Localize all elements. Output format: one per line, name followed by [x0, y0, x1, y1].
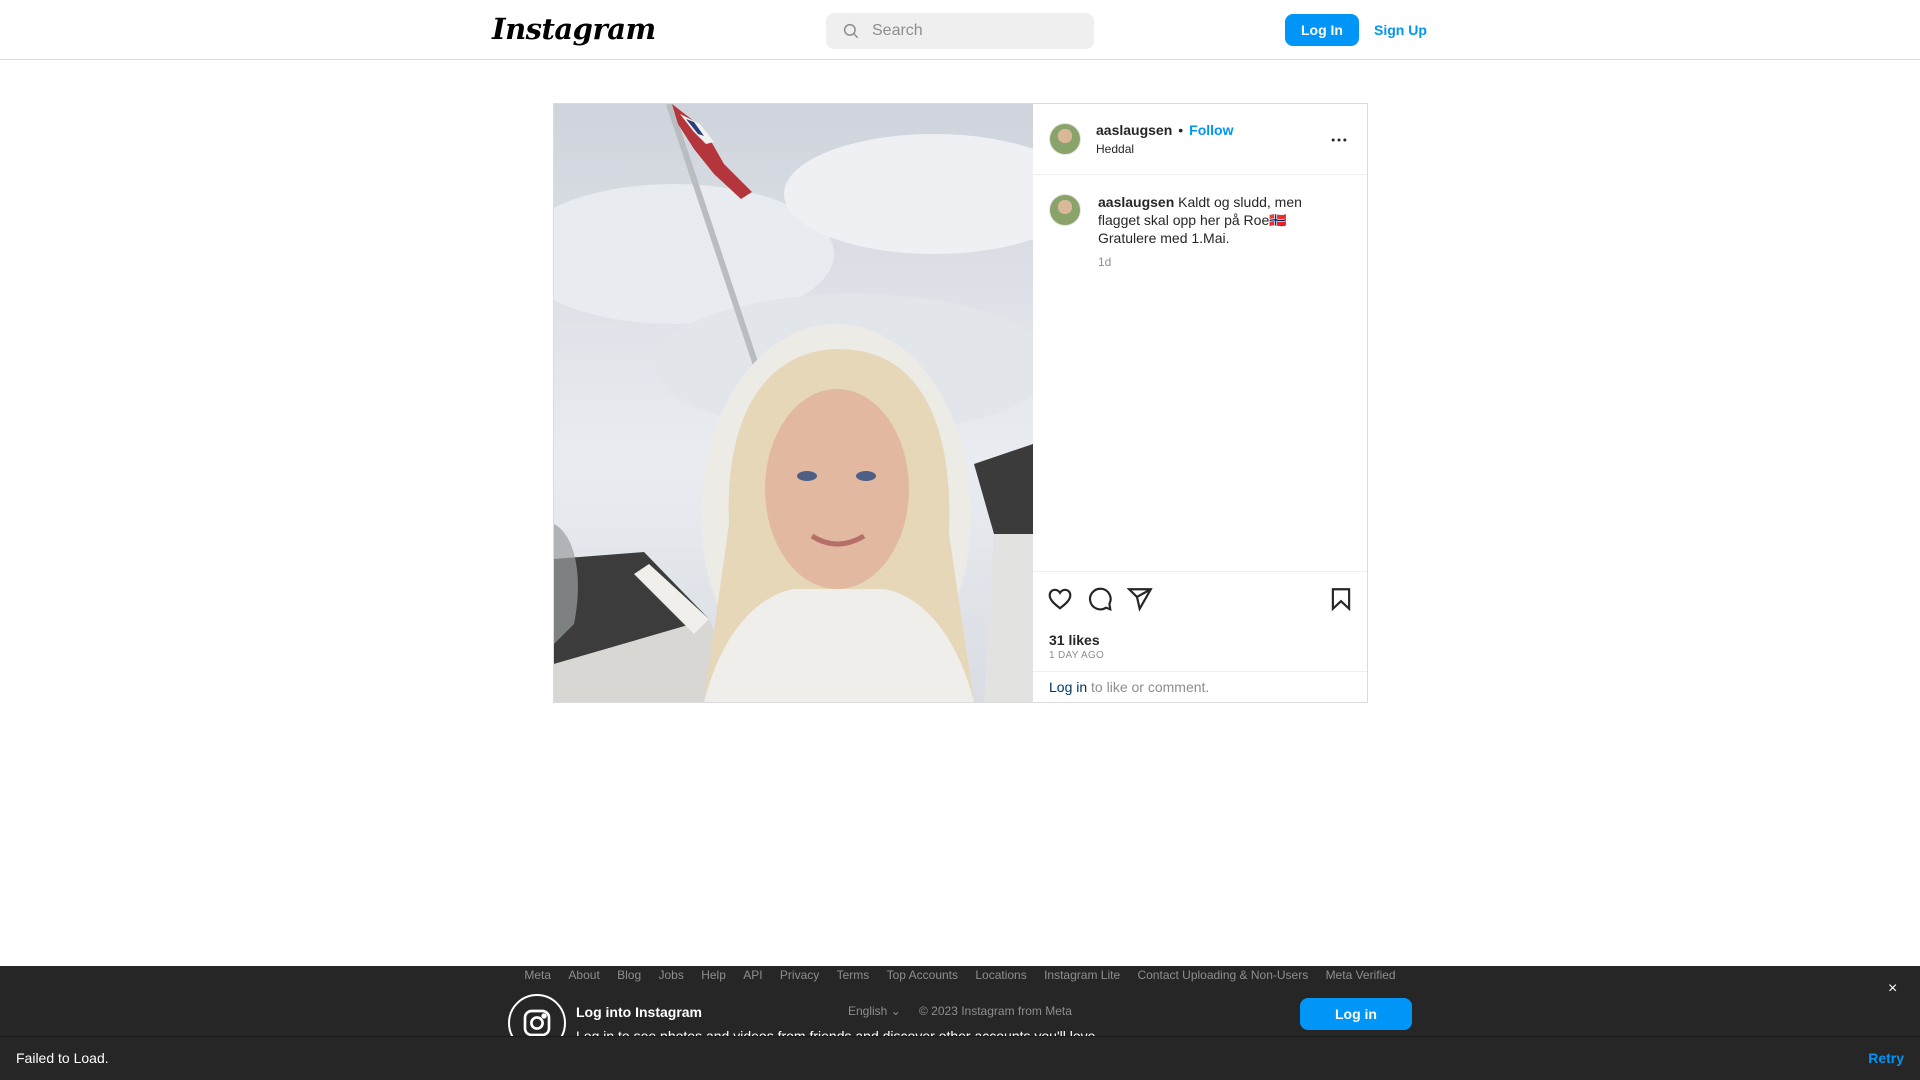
post-location[interactable]: Heddal — [1096, 142, 1134, 156]
footer-link[interactable]: Jobs — [659, 968, 684, 982]
footer-link[interactable]: Terms — [837, 968, 870, 982]
comment-icon[interactable] — [1087, 586, 1113, 612]
login-button[interactable]: Log In — [1285, 14, 1359, 46]
retry-button[interactable]: Retry — [1868, 1050, 1904, 1066]
footer-link[interactable]: Privacy — [780, 968, 819, 982]
author-username[interactable]: aaslaugsen — [1096, 122, 1172, 138]
comment-prompt-text: to like or comment. — [1087, 679, 1210, 695]
comment-login-link[interactable]: Log in — [1049, 679, 1087, 695]
share-icon[interactable] — [1127, 586, 1153, 612]
post-time-ago: 1 DAY AGO — [1049, 650, 1105, 661]
author-line: aaslaugsen • Follow — [1096, 122, 1234, 138]
footer-link[interactable]: API — [743, 968, 762, 982]
like-heart-icon[interactable] — [1047, 586, 1073, 612]
footer-link[interactable]: Locations — [975, 968, 1026, 982]
separator-dot: • — [1178, 122, 1184, 138]
instagram-glyph-icon — [508, 994, 566, 1036]
footer-link[interactable]: Top Accounts — [887, 968, 958, 982]
footer-link[interactable]: Contact Uploading & Non-Users — [1137, 968, 1308, 982]
post-card: aaslaugsen • Follow Heddal aaslaugsen Ka… — [553, 103, 1368, 703]
post-actions: 31 likes 1 DAY AGO — [1033, 571, 1367, 671]
post-header: aaslaugsen • Follow Heddal — [1033, 104, 1367, 175]
author-avatar[interactable] — [1049, 123, 1081, 155]
footer-link[interactable]: Instagram Lite — [1044, 968, 1120, 982]
footer-link[interactable]: About — [568, 968, 599, 982]
caption-timestamp: 1d — [1098, 255, 1112, 269]
footer-link[interactable]: Meta Verified — [1326, 968, 1396, 982]
follow-button[interactable]: Follow — [1189, 122, 1233, 138]
banner-subtitle: Log in to see photos and videos from fri… — [576, 1028, 1100, 1036]
top-navigation: Instagram Log In Sign Up — [0, 0, 1920, 60]
copyright: © 2023 Instagram from Meta — [919, 1004, 1072, 1018]
photo-illustration — [554, 104, 1033, 702]
save-bookmark-icon[interactable] — [1328, 586, 1354, 612]
error-bar: Failed to Load. Retry — [0, 1036, 1920, 1080]
footer-link[interactable]: Meta — [524, 968, 551, 982]
footer-links: Meta About Blog Jobs Help API Privacy Te… — [0, 968, 1920, 982]
login-banner: Meta About Blog Jobs Help API Privacy Te… — [0, 966, 1920, 1036]
instagram-logo[interactable]: Instagram — [492, 12, 656, 46]
language-value: English — [848, 1004, 888, 1018]
chevron-down-icon: ⌄ — [890, 1004, 901, 1018]
error-message: Failed to Load. — [16, 1050, 109, 1066]
footer-link[interactable]: Help — [701, 968, 726, 982]
caption-username[interactable]: aaslaugsen — [1098, 194, 1174, 210]
caption-avatar[interactable] — [1049, 194, 1081, 226]
footer-link[interactable]: Blog — [617, 968, 641, 982]
more-options-icon[interactable] — [1329, 130, 1349, 150]
search-icon — [843, 23, 859, 39]
language-select[interactable]: English ⌄ — [848, 1004, 901, 1018]
search-input[interactable] — [872, 22, 1082, 40]
likes-count[interactable]: 31 likes — [1049, 632, 1100, 648]
close-icon[interactable]: × — [1888, 980, 1897, 998]
post-photo[interactable] — [554, 104, 1033, 702]
post-sidebar: aaslaugsen • Follow Heddal aaslaugsen Ka… — [1033, 104, 1367, 702]
signup-link[interactable]: Sign Up — [1374, 14, 1427, 46]
banner-login-button[interactable]: Log in — [1300, 998, 1412, 1030]
search-box[interactable] — [826, 13, 1094, 49]
caption-body: aaslaugsen Kaldt og sludd, men flagget s… — [1098, 193, 1338, 247]
comment-login-prompt: Log in to like or comment. — [1033, 671, 1367, 702]
banner-title: Log into Instagram — [576, 1004, 702, 1020]
